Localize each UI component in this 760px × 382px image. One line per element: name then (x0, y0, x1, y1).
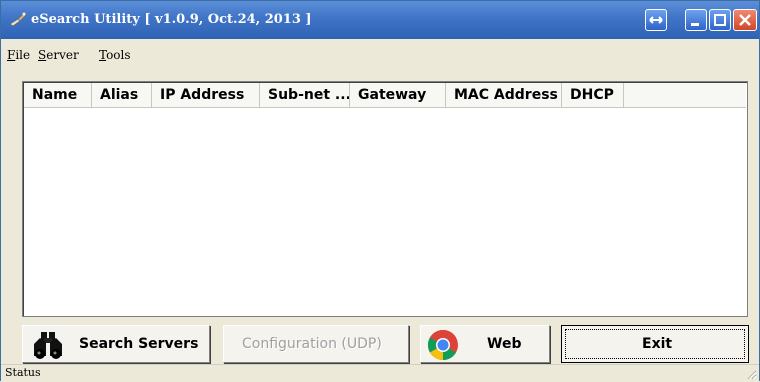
web-label: Web (487, 336, 522, 352)
app-icon (9, 12, 27, 27)
resize-arrows-icon (649, 16, 663, 24)
restore-arrows-button[interactable] (645, 9, 667, 31)
exit-button[interactable]: Exit (561, 325, 749, 363)
configuration-udp-label: Configuration (UDP) (242, 336, 382, 352)
menu-bar: File Server Tools (1, 41, 759, 67)
column-header-dhcp[interactable]: DHCP (562, 83, 624, 107)
status-text: Status (5, 366, 41, 379)
status-bar: Status (1, 364, 759, 382)
search-servers-button[interactable]: Search Servers (22, 325, 210, 363)
exit-label: Exit (642, 336, 673, 352)
menu-server[interactable]: Server (38, 48, 79, 62)
chrome-icon (427, 329, 458, 361)
maximize-icon (714, 14, 726, 26)
menu-tools[interactable]: Tools (99, 48, 131, 62)
window-title: eSearch Utility [ v1.0.9, Oct.24, 2013 ] (31, 12, 312, 27)
close-button[interactable] (733, 9, 757, 31)
column-header-ip-address[interactable]: IP Address (152, 83, 260, 107)
column-header-gateway[interactable]: Gateway (350, 83, 446, 107)
binoculars-icon (34, 332, 62, 359)
column-header-alias[interactable]: Alias (92, 83, 152, 107)
menu-file[interactable]: File (7, 48, 30, 62)
minimize-icon (691, 23, 699, 26)
title-bar[interactable]: eSearch Utility [ v1.0.9, Oct.24, 2013 ] (1, 1, 759, 39)
server-list[interactable]: Name Alias IP Address Sub-net ... Gatewa… (22, 81, 748, 317)
configuration-udp-button[interactable]: Configuration (UDP) (223, 325, 409, 363)
column-header-name[interactable]: Name (24, 83, 92, 107)
maximize-button[interactable] (709, 9, 731, 31)
list-header: Name Alias IP Address Sub-net ... Gatewa… (24, 83, 746, 108)
column-header-subnet[interactable]: Sub-net ... (260, 83, 350, 107)
close-icon (739, 14, 751, 26)
column-header-mac-address[interactable]: MAC Address (446, 83, 562, 107)
web-button[interactable]: Web (420, 325, 550, 363)
minimize-button[interactable] (685, 9, 707, 31)
app-window: eSearch Utility [ v1.0.9, Oct.24, 2013 ]… (0, 0, 760, 382)
search-servers-label: Search Servers (79, 336, 199, 352)
resize-grip-icon[interactable] (745, 368, 757, 380)
